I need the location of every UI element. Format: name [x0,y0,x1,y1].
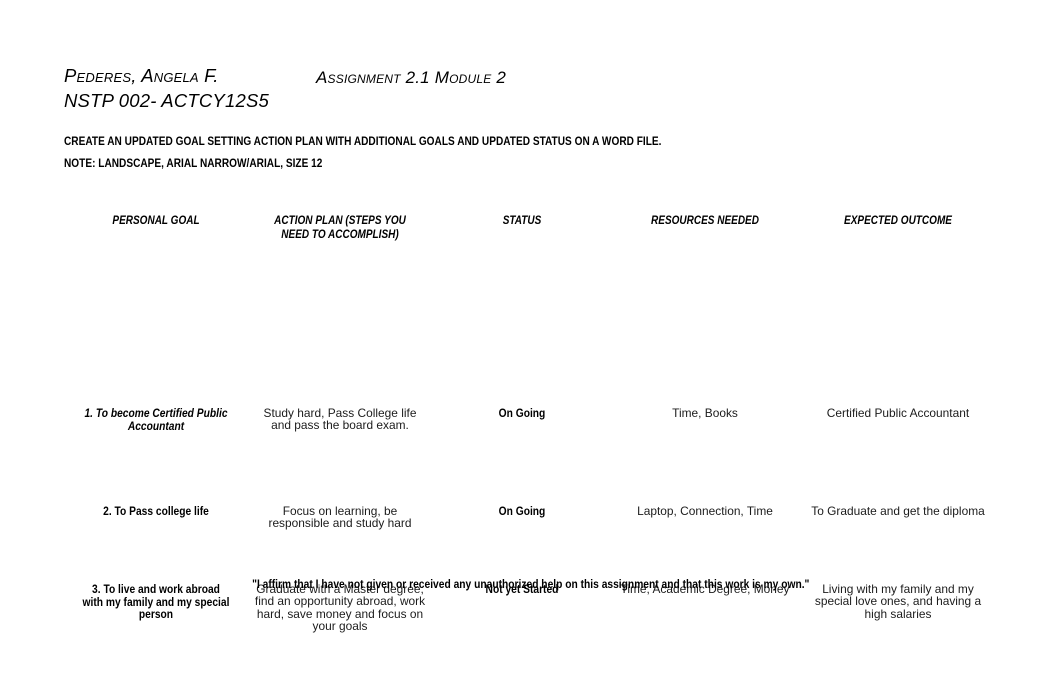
table-row: 2. To Pass college life Focus on learnin… [64,505,998,583]
cell-status: On Going [432,307,612,505]
assignment-title: Assignment 2.1 Module 2 [316,68,507,87]
cell-status: On Going [432,505,612,583]
cell-personal-goal: 1. To become Certified Public Accountant [64,307,248,505]
course-code: NSTP 002- ACTCY12S5 [64,90,269,111]
cell-expected-outcome: To Graduate and get the diploma [798,505,998,583]
document-page: Pederes, Angela F. Assignment 2.1 Module… [0,0,1062,687]
resources-needed-text: Laptop, Connection, Time [637,504,773,518]
column-header-label: ACTION PLAN (STEPS YOU NEED TO ACCOMPLIS… [274,213,406,241]
heading-line-1: Pederes, Angela F. Assignment 2.1 Module… [64,63,1004,89]
personal-goal-text: 1. To become Certified Public Accountant [84,406,228,433]
status-text: On Going [498,406,546,420]
expected-outcome-text: To Graduate and get the diploma [811,504,985,518]
personal-goal-text: 2. To Pass college life [103,504,209,518]
column-header-action-plan: ACTION PLAN (STEPS YOU NEED TO ACCOMPLIS… [248,213,432,307]
affirmation-statement: "I affirm that I have not given or recei… [252,577,810,591]
student-name: Pederes, Angela F. [64,65,219,86]
cell-action-plan: Focus on learning, be responsible and st… [248,505,432,583]
instruction-line-note: NOTE: LANDSCAPE, ARIAL NARROW/ARIAL, SIZ… [64,156,323,170]
cell-expected-outcome: Certified Public Accountant [798,307,998,505]
status-text: On Going [498,504,546,518]
column-header-status: STATUS [432,213,612,307]
resources-needed-text: Time, Books [672,406,738,420]
affirmation-block: "I affirm that I have not given or recei… [0,575,1062,593]
expected-outcome-text: Certified Public Accountant [826,406,970,420]
cell-resources-needed: Time, Books [612,307,798,505]
instruction-line-main: CREATE AN UPDATED GOAL SETTING ACTION PL… [64,134,662,148]
action-plan-text: Focus on learning, be responsible and st… [268,504,412,531]
heading-line-2: NSTP 002- ACTCY12S5 [64,89,1004,115]
cell-resources-needed: Laptop, Connection, Time [612,505,798,583]
column-header-label: RESOURCES NEEDED [651,213,759,227]
column-header-resources-needed: RESOURCES NEEDED [612,213,798,307]
cell-personal-goal: 2. To Pass college life [64,505,248,583]
column-header-label: PERSONAL GOAL [112,213,200,227]
table-row: 1. To become Certified Public Accountant… [64,307,998,505]
action-plan-text: Study hard, Pass College life and pass t… [263,406,417,433]
column-header-label: STATUS [502,213,542,227]
table-header: PERSONAL GOAL ACTION PLAN (STEPS YOU NEE… [64,213,998,307]
column-header-expected-outcome: EXPECTED OUTCOME [798,213,998,307]
column-header-label: EXPECTED OUTCOME [844,213,952,227]
document-heading: Pederes, Angela F. Assignment 2.1 Module… [64,63,1004,115]
table-header-row: PERSONAL GOAL ACTION PLAN (STEPS YOU NEE… [64,213,998,307]
cell-action-plan: Study hard, Pass College life and pass t… [248,307,432,505]
instructions-block: CREATE AN UPDATED GOAL SETTING ACTION PL… [64,130,1004,174]
column-header-personal-goal: PERSONAL GOAL [64,213,248,307]
